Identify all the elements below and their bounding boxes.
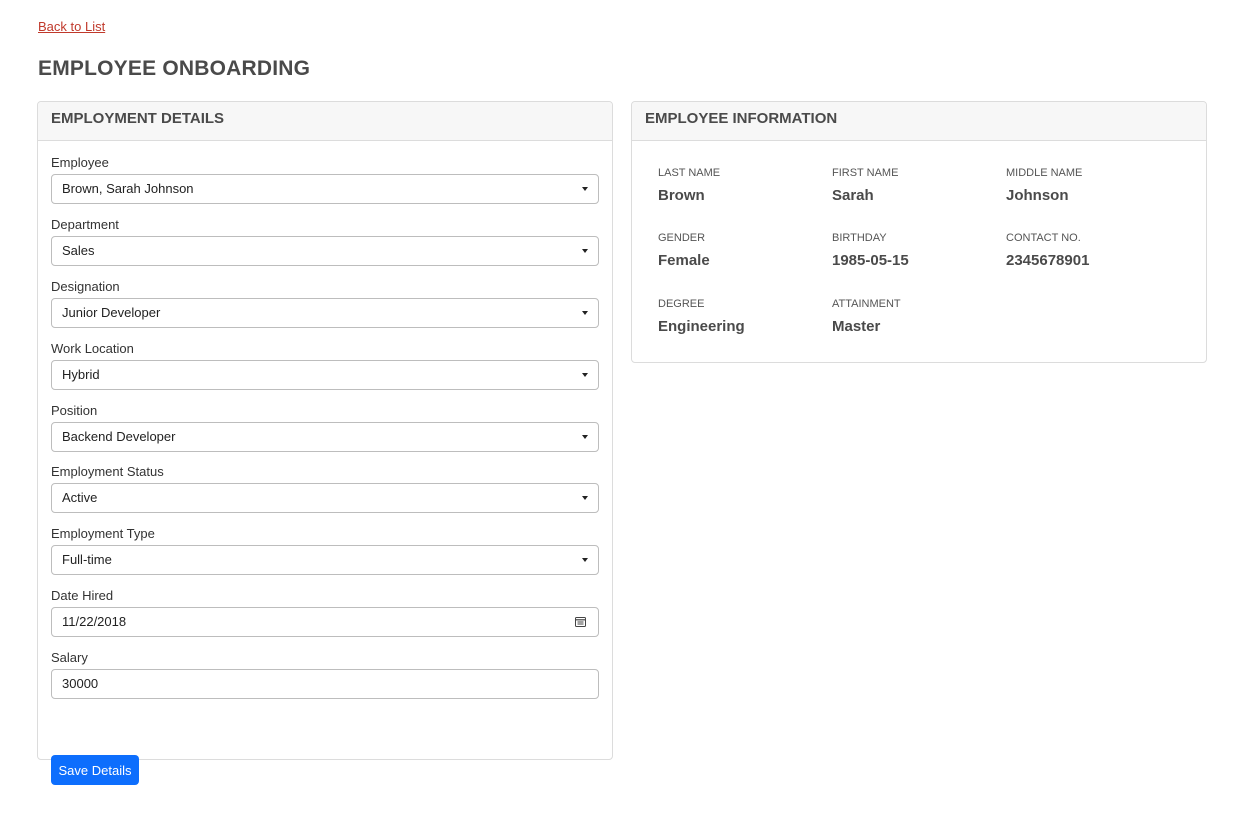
info-value: Johnson: [1006, 187, 1069, 204]
info-value: Brown: [658, 187, 705, 204]
designation-select-value: Junior Developer: [62, 305, 161, 320]
info-label: MIDDLE NAME: [1006, 167, 1083, 179]
info-label: ATTAINMENT: [832, 298, 901, 310]
department-select[interactable]: Sales: [51, 236, 599, 266]
salary-field: Salary 30000: [51, 650, 599, 699]
info-value: Master: [832, 318, 881, 335]
date-hired-field: Date Hired 11/22/2018: [51, 588, 599, 637]
info-label: FIRST NAME: [832, 167, 899, 179]
page-title: EMPLOYEE ONBOARDING: [38, 57, 311, 80]
info-value: Female: [658, 252, 710, 269]
employment-type-label: Employment Type: [51, 526, 155, 541]
work-location-select[interactable]: Hybrid: [51, 360, 599, 390]
employment-type-select[interactable]: Full-time: [51, 545, 599, 575]
info-degree: DEGREE Engineering: [658, 298, 745, 335]
info-value: Engineering: [658, 318, 745, 335]
info-value: Sarah: [832, 187, 874, 204]
chevron-down-icon: [582, 311, 588, 315]
back-to-list-link[interactable]: Back to List: [38, 19, 105, 34]
chevron-down-icon: [582, 435, 588, 439]
employee-information-header: EMPLOYEE INFORMATION: [632, 102, 1206, 141]
info-last-name: LAST NAME Brown: [658, 167, 720, 204]
chevron-down-icon: [582, 187, 588, 191]
info-label: GENDER: [658, 232, 706, 244]
date-hired-value: 11/22/2018: [62, 614, 127, 629]
info-middle-name: MIDDLE NAME Johnson: [1006, 167, 1082, 204]
employment-status-field: Employment Status Active: [51, 464, 599, 513]
page: Back to List EMPLOYEE ONBOARDING EMPLOYM…: [0, 0, 1251, 814]
info-label: BIRTHDAY: [832, 232, 887, 244]
designation-label: Designation: [51, 279, 120, 294]
info-label: DEGREE: [658, 298, 705, 310]
salary-input[interactable]: 30000: [51, 669, 599, 699]
info-birthday: BIRTHDAY 1985-05-15: [832, 232, 909, 269]
employment-status-select-value: Active: [62, 490, 98, 505]
work-location-select-value: Hybrid: [62, 367, 100, 382]
chevron-down-icon: [582, 496, 588, 500]
date-hired-input[interactable]: 11/22/2018: [51, 607, 599, 637]
department-label: Department: [51, 217, 119, 232]
info-first-name: FIRST NAME Sarah: [832, 167, 898, 204]
info-label: CONTACT NO.: [1006, 232, 1081, 244]
info-gender: GENDER Female: [658, 232, 710, 269]
info-value: 1985-05-15: [832, 252, 909, 269]
work-location-label: Work Location: [51, 341, 134, 356]
employment-details-card: EMPLOYMENT DETAILS Employee Brown, Sarah…: [37, 101, 613, 785]
chevron-down-icon: [582, 558, 588, 562]
designation-select[interactable]: Junior Developer: [51, 298, 599, 328]
calendar-icon[interactable]: [575, 616, 586, 627]
employment-status-select[interactable]: Active: [51, 483, 599, 513]
employment-status-label: Employment Status: [51, 464, 164, 479]
chevron-down-icon: [582, 249, 588, 253]
info-contact-no: CONTACT NO. 2345678901: [1006, 232, 1089, 269]
position-label: Position: [51, 403, 98, 418]
designation-field: Designation Junior Developer: [51, 279, 599, 328]
info-label: LAST NAME: [658, 167, 721, 179]
employment-details-header: EMPLOYMENT DETAILS: [38, 102, 612, 141]
chevron-down-icon: [582, 373, 588, 377]
employee-select-value: Brown, Sarah Johnson: [62, 181, 194, 196]
employment-type-select-value: Full-time: [62, 552, 112, 567]
position-select-value: Backend Developer: [62, 429, 176, 444]
info-value: 2345678901: [1006, 252, 1090, 269]
employee-select[interactable]: Brown, Sarah Johnson: [51, 174, 599, 204]
position-field: Position Backend Developer: [51, 403, 599, 452]
work-location-field: Work Location Hybrid: [51, 341, 599, 390]
employment-type-field: Employment Type Full-time: [51, 526, 599, 575]
position-select[interactable]: Backend Developer: [51, 422, 599, 452]
employee-field: Employee Brown, Sarah Johnson: [51, 155, 599, 204]
employee-label: Employee: [51, 155, 109, 170]
employee-information-card: EMPLOYEE INFORMATION LAST NAME Brown FIR…: [631, 101, 1207, 363]
info-attainment: ATTAINMENT Master: [832, 298, 901, 335]
department-field: Department Sales: [51, 217, 599, 266]
save-details-button[interactable]: Save Details: [51, 755, 139, 785]
department-select-value: Sales: [62, 243, 95, 258]
date-hired-label: Date Hired: [51, 588, 114, 603]
salary-label: Salary: [51, 650, 88, 665]
salary-value: 30000: [62, 676, 99, 691]
